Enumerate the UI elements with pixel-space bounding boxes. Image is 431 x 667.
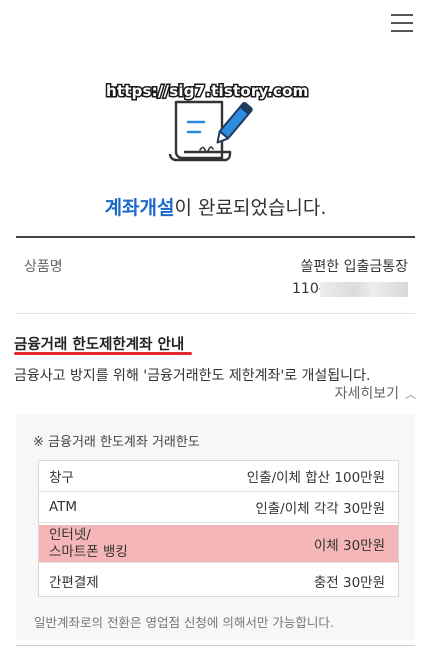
row-label-line2: 스마트폰 뱅킹: [49, 543, 128, 560]
table-row: 간편결제 충전 30만원: [39, 565, 398, 596]
row-label: 창구: [49, 470, 74, 486]
chevron-up-icon: ︿: [405, 388, 416, 401]
account-number: 110-: [292, 281, 324, 297]
table-row: 창구 인출/이체 합산 100만원: [39, 461, 398, 492]
completion-text: 이 완료되었습니다.: [174, 197, 327, 219]
divider-bottom: [16, 645, 415, 646]
row-value: 이체 30만원: [313, 537, 385, 554]
completion-highlight: 계좌개설: [104, 197, 175, 219]
product-name: 쏠편한 입출금통장: [300, 259, 409, 275]
detail-link[interactable]: 자세히보기 ︿: [335, 383, 416, 403]
menu-button[interactable]: [391, 14, 413, 34]
watermark-text: https://sig7.tistory.com: [105, 81, 310, 102]
limit-table-title: ※ 금융거래 한도계좌 거래한도: [33, 435, 200, 450]
title-underline: [14, 352, 192, 355]
row-label: ATM: [49, 499, 78, 515]
limit-notice-title: 금융거래 한도제한계좌 안내: [14, 337, 185, 353]
menu-icon: [391, 14, 413, 32]
conversion-note: 일반계좌로의 전환은 영업점 신청에 의해서만 가능합니다.: [34, 615, 334, 630]
limit-notice-description: 금융사고 방지를 위해 '금융거래한도 제한계좌'로 개설됩니다.: [14, 368, 371, 384]
row-label: 간편결제: [49, 574, 99, 591]
detail-link-label: 자세히보기: [334, 386, 399, 402]
account-number-mask: [320, 282, 408, 297]
table-row: ATM 인출/이체 각각 30만원: [39, 492, 398, 523]
limit-table: 창구 인출/이체 합산 100만원 ATM 인출/이체 각각 30만원 인터넷/…: [38, 460, 399, 597]
divider-top: [16, 236, 415, 238]
product-label: 상품명: [24, 259, 63, 275]
row-value: 인출/이체 합산 100만원: [246, 470, 385, 486]
row-label-line1: 인터넷/: [49, 526, 91, 543]
row-value: 인출/이체 각각 30만원: [255, 501, 385, 517]
row-label: 인터넷/ 스마트폰 뱅킹: [49, 527, 128, 561]
completion-message: 계좌개설이 완료되었습니다.: [0, 193, 431, 220]
document-pen-icon: [168, 100, 253, 162]
table-row-highlighted: 인터넷/ 스마트폰 뱅킹 이체 30만원: [39, 525, 398, 563]
row-value: 충전 30만원: [313, 574, 385, 591]
divider-product: [16, 313, 415, 314]
